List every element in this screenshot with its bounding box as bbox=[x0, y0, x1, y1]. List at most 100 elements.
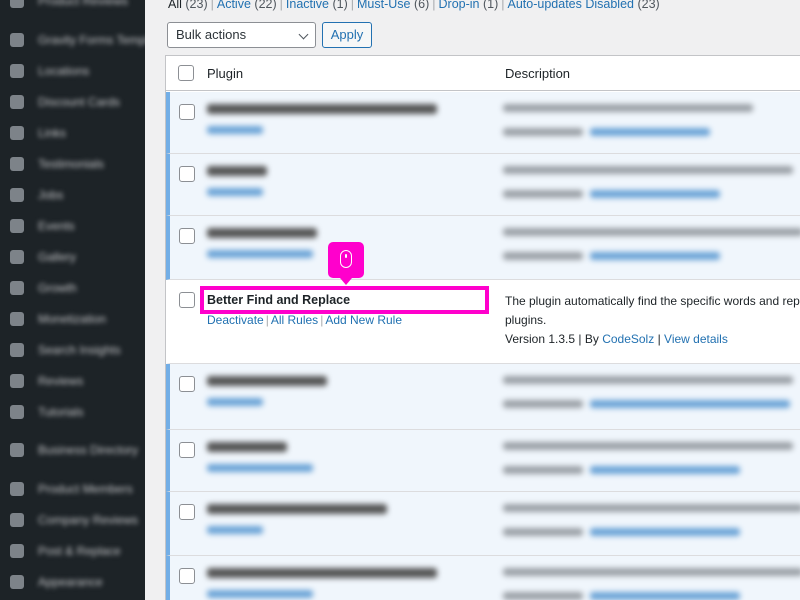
highlight-box bbox=[200, 286, 489, 314]
sidebar-item[interactable]: Reviews bbox=[0, 365, 145, 396]
sidebar-item[interactable]: Testimonials bbox=[0, 148, 145, 179]
sidebar-item[interactable]: Gallery bbox=[0, 241, 145, 272]
menu-icon bbox=[10, 512, 24, 527]
chevron-down-icon bbox=[298, 29, 309, 40]
menu-icon bbox=[10, 280, 24, 295]
sidebar-item[interactable]: Monetization bbox=[0, 303, 145, 334]
apply-button[interactable]: Apply bbox=[322, 22, 372, 48]
sidebar-item-label: Links bbox=[38, 125, 67, 140]
table-header: Plugin Description bbox=[166, 56, 800, 91]
sidebar-item-label: Company Reviews bbox=[38, 512, 139, 527]
mouse-icon bbox=[340, 250, 352, 268]
sidebar-item[interactable]: Product Members bbox=[0, 473, 145, 504]
bulk-actions-value: Bulk actions bbox=[176, 27, 247, 42]
admin-sidebar: Product Reviews Gravity Forms Templates Lo… bbox=[0, 0, 145, 600]
row-checkbox[interactable] bbox=[179, 292, 195, 308]
sidebar-item[interactable]: Post & Replace bbox=[0, 535, 145, 566]
menu-icon bbox=[10, 94, 24, 109]
sidebar-item-label: Product Members bbox=[38, 481, 133, 496]
row-actions: Deactivate | All Rules | Add New Rule bbox=[207, 313, 403, 327]
plugin-meta: Version 1.3.5 | By CodeSolz | View detai… bbox=[505, 332, 728, 346]
sidebar-item-label: Growth bbox=[38, 280, 77, 295]
sidebar-item-label: Reviews bbox=[38, 373, 84, 388]
menu-icon bbox=[10, 125, 24, 140]
sidebar-item-label: Monetization bbox=[38, 311, 107, 326]
menu-icon bbox=[10, 342, 24, 357]
sidebar-item[interactable]: Search Insights bbox=[0, 334, 145, 365]
filter-active[interactable]: Active (22) bbox=[217, 0, 277, 11]
sidebar-item[interactable]: Jobs bbox=[0, 179, 145, 210]
sidebar-item-label: Locations bbox=[38, 63, 90, 78]
select-all-checkbox[interactable] bbox=[178, 65, 194, 81]
sidebar-item-label: Jobs bbox=[38, 187, 64, 202]
sidebar-item[interactable]: Product Reviews bbox=[0, 0, 145, 24]
sidebar-item-label: Post & Replace bbox=[38, 543, 121, 558]
table-row bbox=[166, 556, 800, 600]
table-row bbox=[166, 216, 800, 280]
menu-icon bbox=[10, 249, 24, 264]
all-rules-link[interactable]: All Rules bbox=[271, 313, 318, 327]
sidebar-item-label: Testimonials bbox=[38, 156, 105, 171]
sidebar-item-label: Events bbox=[38, 218, 75, 233]
menu-icon bbox=[10, 63, 24, 78]
deactivate-link[interactable]: Deactivate bbox=[207, 313, 264, 327]
table-row bbox=[166, 430, 800, 492]
menu-icon bbox=[10, 481, 24, 496]
sidebar-item[interactable]: Gravity Forms Templates bbox=[0, 24, 145, 55]
table-row bbox=[166, 154, 800, 216]
menu-icon bbox=[10, 404, 24, 419]
filter-all[interactable]: All (23) bbox=[168, 0, 208, 11]
author-link[interactable]: CodeSolz bbox=[602, 332, 654, 346]
menu-icon bbox=[10, 32, 24, 47]
menu-icon bbox=[10, 574, 24, 589]
row-checkbox[interactable] bbox=[179, 442, 195, 458]
menu-icon bbox=[10, 156, 24, 171]
view-details-link[interactable]: View details bbox=[664, 332, 728, 346]
menu-icon bbox=[10, 443, 24, 457]
filter-mustuse[interactable]: Must-Use (6) bbox=[357, 0, 429, 11]
column-plugin[interactable]: Plugin bbox=[207, 66, 243, 81]
plugin-description: The plugin automatically find the specif… bbox=[505, 294, 800, 327]
sidebar-item-label: Gallery bbox=[38, 249, 77, 264]
filter-autoupdates-disabled[interactable]: Auto-updates Disabled (23) bbox=[508, 0, 660, 11]
menu-icon bbox=[10, 311, 24, 326]
plugins-table: Plugin Description Better Find and Repla… bbox=[165, 55, 800, 600]
sidebar-item-label: Appearance bbox=[38, 574, 103, 589]
sidebar-item[interactable]: Locations bbox=[0, 55, 145, 86]
table-row bbox=[166, 92, 800, 154]
row-checkbox[interactable] bbox=[179, 504, 195, 520]
table-row bbox=[166, 364, 800, 430]
sidebar-item[interactable]: Tutorials bbox=[0, 396, 145, 427]
sidebar-item[interactable]: Events bbox=[0, 210, 145, 241]
sidebar-item[interactable]: Business Directory bbox=[0, 427, 145, 473]
menu-icon bbox=[10, 218, 24, 233]
filter-inactive[interactable]: Inactive (1) bbox=[286, 0, 348, 11]
sidebar-item-label: Tutorials bbox=[38, 404, 84, 419]
add-new-rule-link[interactable]: Add New Rule bbox=[325, 313, 402, 327]
column-description: Description bbox=[505, 66, 571, 81]
row-checkbox[interactable] bbox=[179, 568, 195, 584]
row-checkbox[interactable] bbox=[179, 228, 195, 244]
sidebar-item[interactable]: Company Reviews bbox=[0, 504, 145, 535]
menu-icon bbox=[10, 543, 24, 558]
sidebar-item-label: Business Directory bbox=[38, 443, 139, 457]
filter-dropin[interactable]: Drop-in (1) bbox=[439, 0, 499, 11]
plugin-status-filters: All (23) | Active (22) | Inactive (1) | Must-U… bbox=[168, 0, 660, 11]
sidebar-item-label: Discount Cards bbox=[38, 94, 121, 109]
sidebar-item[interactable]: Discount Cards bbox=[0, 86, 145, 117]
table-row bbox=[166, 492, 800, 556]
bulk-actions-select[interactable]: Bulk actions bbox=[167, 22, 316, 48]
menu-icon bbox=[10, 187, 24, 202]
menu-icon bbox=[10, 373, 24, 388]
menu-icon bbox=[10, 0, 24, 8]
sidebar-item[interactable]: Growth bbox=[0, 272, 145, 303]
click-indicator bbox=[328, 242, 364, 285]
sidebar-item-label: Search Insights bbox=[38, 342, 121, 357]
sidebar-item[interactable]: Links bbox=[0, 117, 145, 148]
sidebar-item[interactable]: Appearance bbox=[0, 566, 145, 597]
row-checkbox[interactable] bbox=[179, 166, 195, 182]
sidebar-item-label: Gravity Forms Templates bbox=[38, 32, 145, 47]
row-checkbox[interactable] bbox=[179, 376, 195, 392]
sidebar-item-label: Product Reviews bbox=[38, 0, 129, 8]
row-checkbox[interactable] bbox=[179, 104, 195, 120]
